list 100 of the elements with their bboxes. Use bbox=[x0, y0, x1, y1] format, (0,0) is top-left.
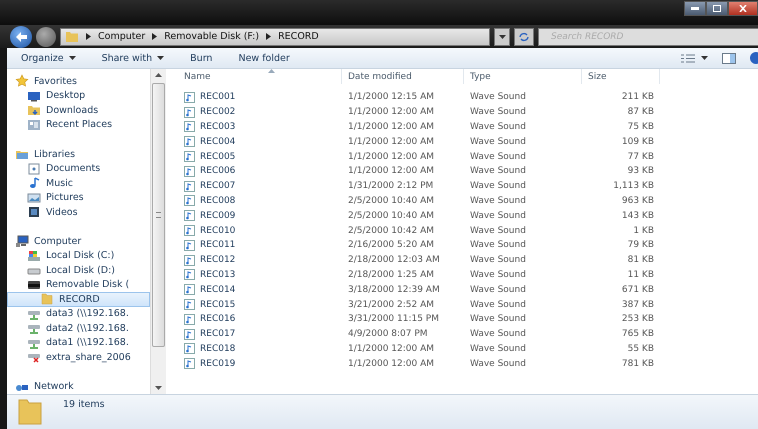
sidebar-item[interactable]: Removable Disk ( bbox=[7, 278, 150, 292]
sidebar-item[interactable]: Libraries bbox=[7, 146, 150, 162]
scrollbar[interactable] bbox=[150, 69, 166, 394]
table-cell-text: Wave Sound bbox=[469, 300, 527, 310]
file-name[interactable]: REC009 bbox=[200, 210, 236, 221]
table-cell-text: 253 KB bbox=[620, 314, 655, 324]
sidebar-item[interactable]: data3 (\\192.168. bbox=[7, 306, 150, 322]
file-name[interactable]: REC019 bbox=[200, 358, 236, 369]
table-cell-text: 2/5/2000 10:40 AM bbox=[347, 196, 436, 206]
table-cell-text: 1/1/2000 12:00 AM bbox=[347, 122, 436, 132]
audio-file-icon bbox=[184, 106, 195, 118]
close-button[interactable] bbox=[728, 1, 758, 16]
audio-file-icon bbox=[184, 284, 195, 296]
list-view-icon bbox=[681, 54, 695, 62]
table-cell-text: Wave Sound bbox=[469, 92, 527, 102]
sidebar-item[interactable]: Local Disk (D:) bbox=[7, 263, 150, 278]
toolbar-button[interactable]: Organize bbox=[15, 50, 82, 66]
file-name[interactable]: REC002 bbox=[200, 107, 236, 118]
table-cell-text: 1 KB bbox=[632, 226, 655, 236]
address-dropdown-button[interactable] bbox=[494, 28, 510, 46]
audio-file-icon bbox=[184, 254, 195, 266]
file-name[interactable]: REC013 bbox=[200, 270, 236, 280]
item-count: 19 items bbox=[63, 399, 105, 410]
caret-icon bbox=[701, 56, 708, 60]
sidebar-item[interactable]: Music bbox=[7, 176, 150, 190]
table-cell-text: Wave Sound bbox=[469, 136, 527, 147]
toolbar-button[interactable]: Burn bbox=[184, 50, 218, 66]
sidebar-item[interactable]: Local Disk (C:) bbox=[7, 248, 150, 264]
table-cell-text: Wave Sound bbox=[469, 107, 527, 118]
sidebar-item[interactable]: Network bbox=[7, 380, 150, 394]
audio-file-icon bbox=[184, 136, 195, 148]
sidebar-item[interactable]: Pictures bbox=[7, 190, 150, 205]
sidebar-item[interactable]: data1 (\\192.168. bbox=[7, 336, 150, 350]
minimize-icon bbox=[691, 7, 699, 10]
sidebar-item[interactable]: data2 (\\192.168. bbox=[7, 321, 150, 336]
file-name[interactable]: REC005 bbox=[200, 152, 236, 162]
breadcrumb-item[interactable]: Computer bbox=[98, 31, 146, 42]
sidebar-item[interactable]: Desktop bbox=[7, 88, 150, 103]
file-name[interactable]: REC004 bbox=[200, 136, 236, 147]
sidebar-item[interactable]: extra_share_2006 bbox=[7, 350, 150, 365]
minimize-button[interactable] bbox=[684, 1, 706, 16]
file-name[interactable]: REC012 bbox=[200, 255, 236, 266]
breadcrumb-item[interactable]: Removable Disk (F:) bbox=[164, 31, 260, 42]
file-name[interactable]: REC003 bbox=[200, 122, 236, 132]
table-cell-text: Wave Sound bbox=[469, 344, 527, 354]
table-cell-text: 765 KB bbox=[620, 329, 655, 340]
refresh-button[interactable] bbox=[514, 28, 534, 46]
table-cell-text: 75 KB bbox=[626, 122, 655, 132]
table-cell-text: 1/1/2000 12:00 AM bbox=[347, 166, 436, 176]
file-name[interactable]: REC006 bbox=[200, 166, 236, 176]
back-button[interactable] bbox=[10, 26, 32, 48]
forward-button[interactable] bbox=[36, 26, 56, 46]
sidebar-item[interactable]: Videos bbox=[7, 204, 150, 220]
file-name[interactable]: REC007 bbox=[200, 181, 236, 192]
table-cell-text: Wave Sound bbox=[469, 152, 527, 162]
file-name[interactable]: REC011 bbox=[200, 240, 236, 250]
audio-file-icon bbox=[184, 269, 195, 280]
caret-icon bbox=[498, 34, 506, 38]
preview-pane-button[interactable] bbox=[722, 52, 736, 64]
table-cell-text: 781 KB bbox=[620, 358, 655, 369]
file-name[interactable]: REC016 bbox=[200, 314, 236, 324]
sidebar-item[interactable]: RECORD bbox=[7, 292, 150, 307]
column-header[interactable]: Type bbox=[464, 69, 582, 84]
file-name[interactable]: REC018 bbox=[200, 344, 236, 354]
file-name[interactable]: REC015 bbox=[200, 300, 236, 310]
table-cell-text: 2/18/2000 12:03 AM bbox=[347, 255, 441, 266]
sidebar-item[interactable]: Downloads bbox=[7, 102, 150, 118]
sidebar-item[interactable]: Documents bbox=[7, 161, 150, 176]
audio-file-icon bbox=[184, 180, 195, 192]
address-bar[interactable]: Computer Removable Disk (F:) RECORD bbox=[60, 28, 490, 46]
breadcrumb-item[interactable]: RECORD bbox=[278, 31, 319, 42]
folder-icon bbox=[40, 292, 54, 306]
column-header[interactable]: Date modified bbox=[342, 69, 464, 84]
sidebar-item[interactable]: Favorites bbox=[7, 74, 150, 88]
file-name[interactable]: REC008 bbox=[200, 196, 236, 206]
table-cell-text: 79 KB bbox=[626, 240, 655, 250]
table-cell-text: 55 KB bbox=[626, 344, 655, 354]
audio-file-icon bbox=[184, 92, 195, 103]
file-name[interactable]: REC017 bbox=[200, 329, 236, 340]
toolbar-button[interactable]: Share with bbox=[96, 50, 170, 66]
maximize-button[interactable] bbox=[706, 1, 728, 16]
table-cell-text: 1/1/2000 12:00 AM bbox=[347, 344, 436, 354]
file-name[interactable]: REC001 bbox=[200, 92, 236, 102]
table-cell-text: 387 KB bbox=[620, 300, 655, 310]
sidebar-item[interactable]: Recent Places bbox=[7, 117, 150, 132]
column-header[interactable]: Size bbox=[582, 69, 660, 84]
file-name[interactable]: REC014 bbox=[200, 284, 236, 295]
scroll-up-icon bbox=[155, 73, 162, 77]
column-header[interactable]: Name bbox=[178, 69, 342, 84]
table-cell-text: Wave Sound bbox=[469, 196, 527, 206]
caret-icon bbox=[157, 56, 164, 60]
file-name[interactable]: REC010 bbox=[200, 226, 236, 236]
folder-icon bbox=[27, 103, 41, 118]
view-options-button[interactable] bbox=[681, 54, 708, 62]
sidebar-item[interactable]: Computer bbox=[7, 234, 150, 249]
table-cell-text: 1/1/2000 12:00 AM bbox=[347, 136, 436, 147]
toolbar-button[interactable]: New folder bbox=[232, 50, 296, 66]
recent-places-icon bbox=[27, 118, 41, 132]
audio-file-icon bbox=[184, 358, 195, 370]
folder-icon bbox=[65, 30, 79, 44]
